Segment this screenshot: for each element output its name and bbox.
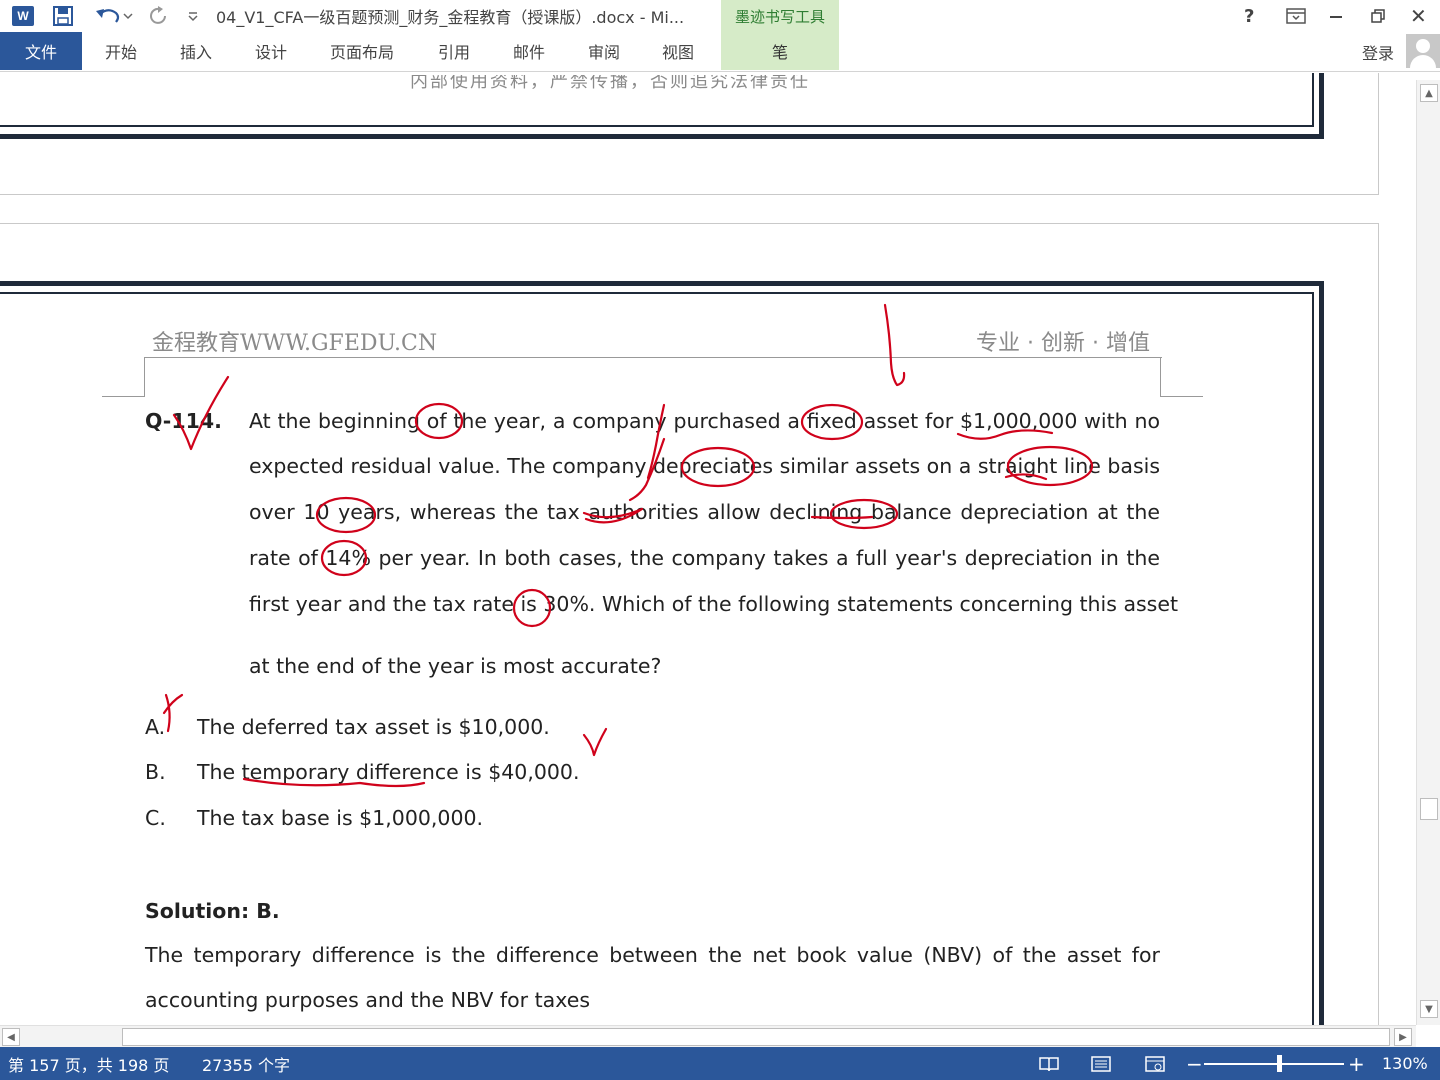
option-letter-a: A. <box>145 715 166 739</box>
status-bar: 第 157 页，共 198 页 27355 个字 − + 130% <box>0 1047 1440 1080</box>
scroll-left-icon[interactable]: ◀ <box>2 1028 20 1046</box>
solution-line: The temporary difference is the differen… <box>145 943 1160 967</box>
avatar[interactable] <box>1406 34 1440 68</box>
scroll-down-icon[interactable]: ▼ <box>1420 1000 1438 1018</box>
close-button[interactable]: ✕ <box>1410 0 1427 32</box>
question-line: expected residual value. The company dep… <box>249 454 1160 478</box>
document-workspace[interactable]: 内部使用资料，严禁传播，否则追究法律责任 金程教育WWW.GFEDU.CN 专业… <box>0 73 1416 1025</box>
header-rule <box>144 357 1162 358</box>
sign-in-link[interactable]: 登录 <box>1362 40 1394 64</box>
vertical-scroll-thumb[interactable] <box>1420 798 1438 820</box>
page-count[interactable]: 第 157 页，共 198 页 <box>8 1047 169 1080</box>
question-line: rate of 14% per year. In both cases, the… <box>249 546 1160 570</box>
header-left: 金程教育WWW.GFEDU.CN <box>152 331 438 356</box>
restore-icon[interactable] <box>1370 0 1386 32</box>
question-number: Q-114. <box>145 409 222 433</box>
horizontal-scroll-thumb[interactable] <box>122 1028 1390 1046</box>
option-text-a: The deferred tax asset is $10,000. <box>197 715 550 739</box>
word-count[interactable]: 27355 个字 <box>202 1047 290 1080</box>
solution-title: Solution: B. <box>145 899 280 923</box>
header-right: 专业 · 创新 · 增值 <box>976 331 1150 356</box>
print-layout-icon[interactable] <box>1090 1047 1112 1080</box>
tab-references[interactable]: 引用 <box>438 32 470 70</box>
header-rule-left-foot <box>102 396 145 397</box>
customize-quick-access-icon[interactable] <box>186 0 202 32</box>
scroll-up-icon[interactable]: ▲ <box>1420 84 1438 102</box>
cut-off-footer-text: 内部使用资料，严禁传播，否则追究法律责任 <box>410 73 810 92</box>
zoom-in-button[interactable]: + <box>1348 1047 1365 1080</box>
solution-line: accounting purposes and the NBV for taxe… <box>145 988 591 1012</box>
header-rule-right-foot <box>1160 396 1203 397</box>
redo-icon[interactable] <box>148 0 172 32</box>
word-logo-icon[interactable]: W <box>12 0 36 32</box>
slide-frame-previous: 内部使用资料，严禁传播，否则追究法律责任 <box>0 73 1324 139</box>
option-text-b: The temporary difference is $40,000. <box>197 760 580 784</box>
question-line: first year and the tax rate is 30%. Whic… <box>249 592 1179 616</box>
tab-design[interactable]: 设计 <box>255 32 287 70</box>
zoom-slider[interactable] <box>1204 1047 1344 1080</box>
option-letter-c: C. <box>145 806 166 830</box>
zoom-out-button[interactable]: − <box>1186 1047 1203 1080</box>
ribbon-tab-bar: 文件 开始 插入 设计 页面布局 引用 邮件 审阅 视图 笔 登录 <box>0 32 1440 72</box>
tab-pen[interactable]: 笔 <box>721 32 839 70</box>
tab-review[interactable]: 审阅 <box>588 32 620 70</box>
header-rule-left-tick <box>144 357 145 397</box>
header-rule-right-tick <box>1160 357 1161 397</box>
option-text-c: The tax base is $1,000,000. <box>197 806 484 830</box>
tab-view[interactable]: 视图 <box>662 32 694 70</box>
save-icon[interactable] <box>52 0 76 32</box>
tab-insert[interactable]: 插入 <box>180 32 212 70</box>
document-title: 04_V1_CFA一级百题预测_财务_金程教育（授课版）.docx - Mi..… <box>216 8 685 27</box>
read-mode-icon[interactable] <box>1038 1047 1060 1080</box>
web-layout-icon[interactable] <box>1144 1047 1166 1080</box>
tab-file[interactable]: 文件 <box>0 32 82 70</box>
tab-home[interactable]: 开始 <box>105 32 137 70</box>
undo-icon[interactable] <box>94 0 134 32</box>
question-line: over 10 years, whereas the tax authoriti… <box>249 500 1160 524</box>
tab-page-layout[interactable]: 页面布局 <box>330 32 394 70</box>
vertical-scrollbar[interactable]: ▲ ▼ <box>1416 80 1440 1025</box>
option-letter-b: B. <box>145 760 166 784</box>
horizontal-scrollbar[interactable]: ◀ ▶ <box>0 1025 1416 1047</box>
help-button[interactable]: ? <box>1244 0 1254 32</box>
question-line: at the end of the year is most accurate? <box>249 654 662 678</box>
ribbon-display-options-icon[interactable] <box>1286 0 1306 32</box>
zoom-slider-knob[interactable] <box>1276 1055 1282 1072</box>
scroll-right-icon[interactable]: ▶ <box>1394 1028 1412 1046</box>
tab-mailings[interactable]: 邮件 <box>513 32 545 70</box>
zoom-level[interactable]: 130% <box>1382 1047 1428 1080</box>
minimize-icon[interactable] <box>1328 0 1344 32</box>
ink-tools-context-label: 墨迹书写工具 <box>721 0 839 32</box>
title-bar: W 04_V1_CFA一级百题预测_财务_金程教育（授课版）.docx - Mi… <box>0 0 1440 32</box>
question-line: At the beginning of the year, a company … <box>249 409 1160 433</box>
